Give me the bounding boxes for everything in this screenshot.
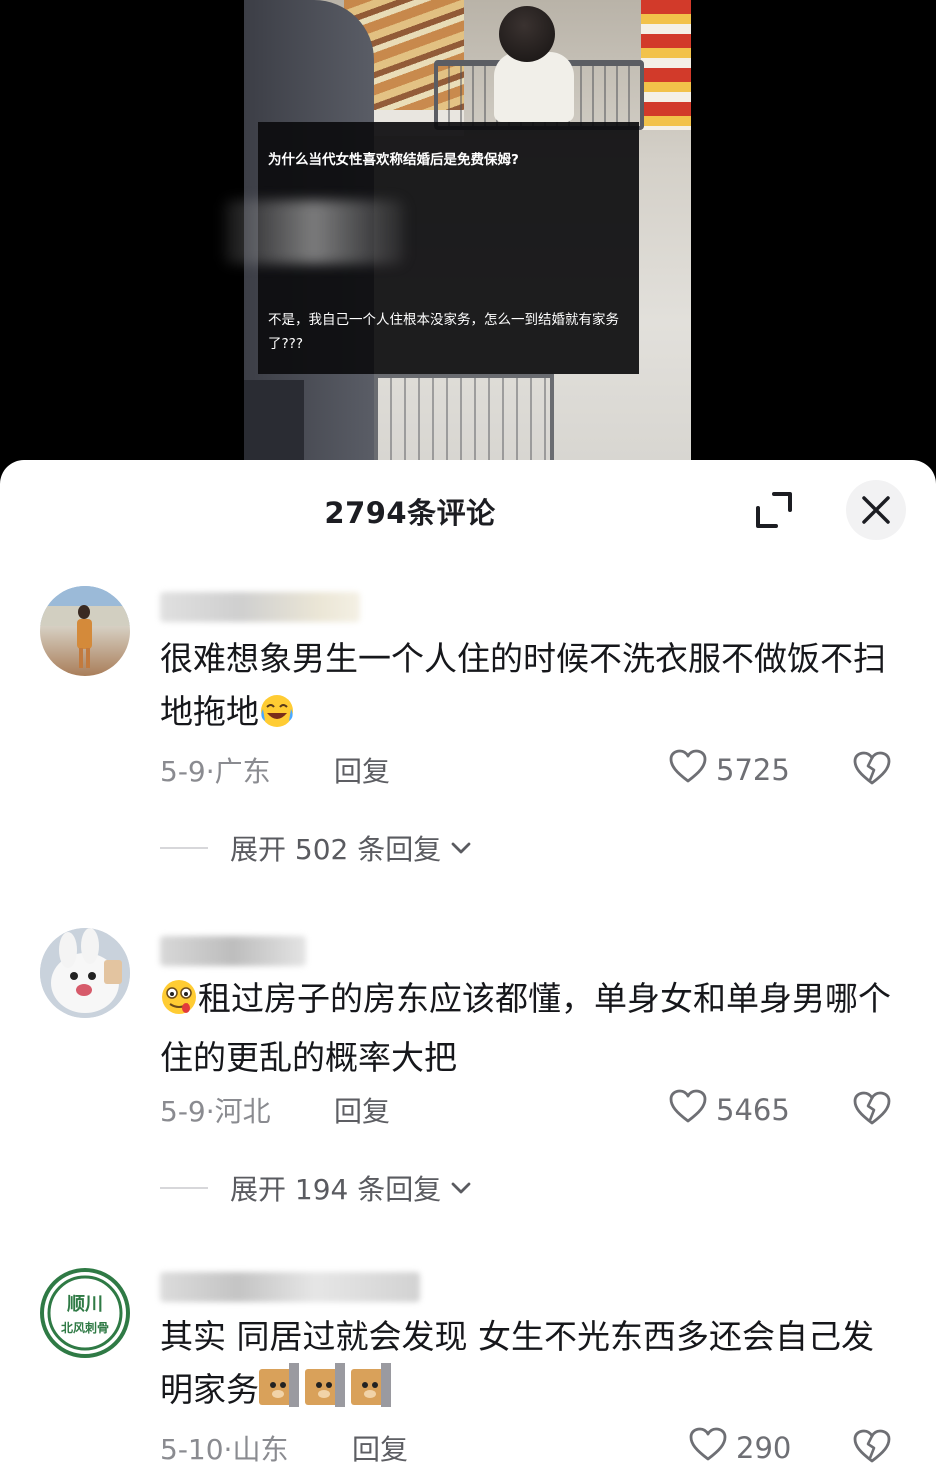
broken-heart-icon[interactable] [852, 1428, 892, 1468]
avatar[interactable] [40, 586, 130, 676]
comment-date-location: 5-9·河北 [160, 1095, 271, 1128]
shopping-cart-lower [374, 374, 554, 460]
close-icon[interactable] [846, 480, 906, 540]
svg-text:北风刺骨: 北风刺骨 [61, 1320, 109, 1335]
drooling-face-emoji [160, 978, 198, 1031]
comment-count-title: 2794条评论 [324, 496, 496, 530]
heart-icon [668, 1088, 708, 1131]
comment-date-location: 5-10·山东 [160, 1433, 289, 1466]
username-blurred[interactable] [160, 592, 360, 622]
comment-text-content: 租过房子的房东应该都懂，单身女和单身男哪个住的更乱的概率大把 [160, 979, 891, 1077]
chevron-down-icon [447, 1174, 475, 1202]
heart-icon [668, 748, 708, 791]
like-count: 290 [736, 1430, 792, 1465]
like-count: 5725 [716, 752, 790, 787]
username-blurred[interactable] [160, 1272, 420, 1302]
divider-line [160, 1187, 208, 1189]
like-button[interactable]: 5465 [668, 1088, 790, 1131]
divider-line [160, 847, 208, 849]
reply-button[interactable]: 回复 [334, 1090, 390, 1130]
logo-seal: 顺川 北风刺骨 [47, 1275, 123, 1351]
avatar[interactable] [40, 928, 130, 1018]
expand-replies-button[interactable]: 展开 502 条回复 [160, 828, 475, 868]
caption-body: 不是，我自己一个人住根本没家务，怎么一到结婚就有家务了??? [268, 312, 619, 352]
expand-replies-label: 展开 502 条回复 [230, 833, 442, 866]
blurred-region [224, 200, 404, 264]
broken-heart-icon[interactable] [852, 1090, 892, 1130]
reply-button[interactable]: 回复 [352, 1428, 408, 1468]
video-player[interactable]: 为什么当代女性喜欢称结婚后是免费保姆? 不是，我自己一个人住根本没家务，怎么一到… [0, 0, 936, 480]
expand-replies-label: 展开 194 条回复 [230, 1173, 442, 1206]
like-count: 5465 [716, 1092, 790, 1127]
child-head [499, 6, 555, 62]
store-shelf-right [641, 0, 691, 130]
crying-laughing-emoji [259, 691, 295, 744]
reply-button[interactable]: 回复 [334, 750, 390, 790]
chevron-down-icon [447, 834, 475, 862]
comment-text: 很难想象男生一个人住的时候不洗衣服不做饭不扫地拖地 [160, 632, 900, 744]
comment-date-location: 5-9·广东 [160, 755, 271, 788]
child-figure [494, 52, 574, 122]
username-blurred[interactable] [160, 936, 306, 966]
svg-text:顺川: 顺川 [67, 1294, 103, 1315]
like-button[interactable]: 5725 [668, 748, 790, 791]
heart-icon [688, 1426, 728, 1469]
comment-text: 其实 同居过就会发现 女生不光东西多还会自己发明家务 [160, 1310, 900, 1422]
expand-replies-button[interactable]: 展开 194 条回复 [160, 1168, 475, 1208]
doge-wall-emoji [259, 1363, 391, 1422]
person-figure-lower [244, 380, 304, 460]
avatar[interactable]: 顺川 北风刺骨 [40, 1268, 130, 1358]
video-caption-box: 为什么当代女性喜欢称结婚后是免费保姆? 不是，我自己一个人住根本没家务，怎么一到… [224, 122, 639, 374]
comment-text: 租过房子的房东应该都懂，单身女和单身男哪个住的更乱的概率大把 [160, 972, 900, 1084]
broken-heart-icon[interactable] [852, 750, 892, 790]
comment-sheet: 2794条评论 很难想象男生一个人住的时候不洗衣服不做饭不扫地拖地 5-9·广东… [0, 460, 936, 1476]
like-button[interactable]: 290 [688, 1426, 791, 1469]
caption-title: 为什么当代女性喜欢称结婚后是免费保姆? [268, 152, 519, 168]
expand-icon[interactable] [752, 488, 796, 532]
